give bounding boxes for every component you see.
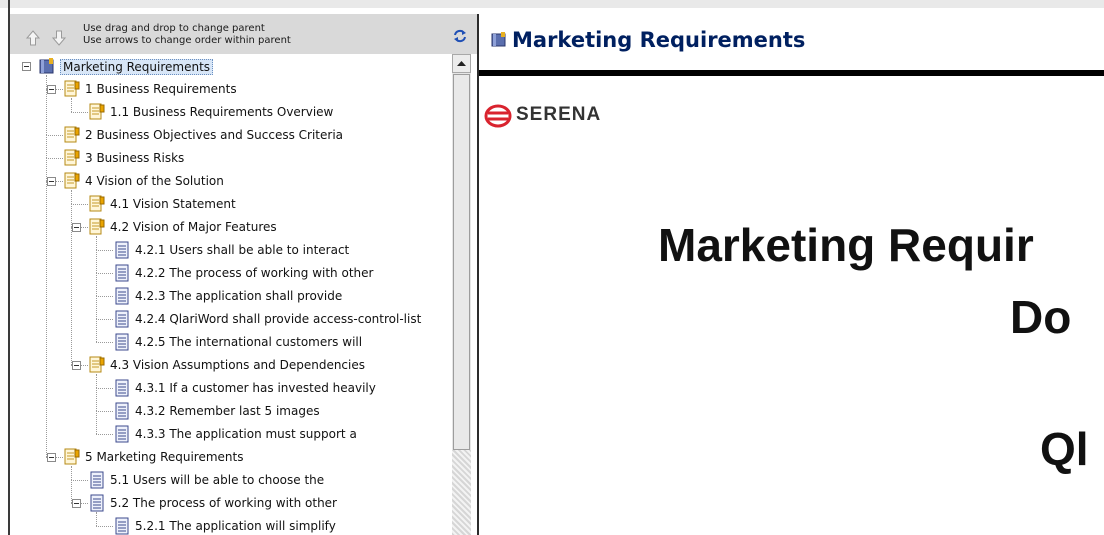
document-note-icon <box>63 448 81 469</box>
tree-node[interactable]: 4.2.3 The application shall provide <box>10 286 450 306</box>
book-icon <box>491 32 506 47</box>
document-note-icon <box>63 172 81 193</box>
tree-node-label: 5.1 Users will be able to choose the <box>110 473 325 487</box>
scroll-thumb[interactable] <box>453 74 470 450</box>
tree-node-label: 4.3.1 If a customer has invested heavily <box>135 381 376 395</box>
tree-node-label: 4.2 Vision of Major Features <box>110 220 277 234</box>
tree-node-label: 5 Marketing Requirements <box>85 450 244 464</box>
serena-logo-icon <box>484 104 512 128</box>
tree-connector <box>46 181 47 457</box>
title-rule <box>479 70 1104 76</box>
document-note-icon <box>88 195 106 216</box>
scroll-up-button[interactable] <box>452 54 471 73</box>
tree-node[interactable]: 1.1 Business Requirements Overview <box>10 102 450 122</box>
document-note-icon <box>63 126 81 147</box>
tree-node-label: 4.2.3 The application shall provide <box>135 289 343 303</box>
requirement-icon <box>113 379 131 400</box>
tree-node-label: 4.3.2 Remember last 5 images <box>135 404 320 418</box>
tree-node[interactable]: 1 Business Requirements <box>10 79 450 99</box>
requirement-icon <box>113 310 131 331</box>
drag-hint: Use drag and drop to change parent Use a… <box>83 23 291 47</box>
document-note-icon <box>63 149 81 170</box>
requirement-icon <box>113 264 131 285</box>
requirement-icon <box>113 402 131 423</box>
document-note-icon <box>63 80 81 101</box>
scroll-track[interactable] <box>452 450 471 535</box>
tree-node[interactable]: 5.2 The process of working with other <box>10 493 450 513</box>
collapse-toggle-icon[interactable] <box>47 85 56 94</box>
tree-node[interactable]: 4.3 Vision Assumptions and Dependencies <box>10 355 450 375</box>
requirement-icon <box>113 333 131 354</box>
tree-node-label: 4.3 Vision Assumptions and Dependencies <box>110 358 365 372</box>
scroll-up-icon <box>457 61 466 66</box>
tree-node-label: 4.2.5 The international customers will <box>135 335 363 349</box>
tree-node[interactable]: 5.2.1 The application will simplify <box>10 516 450 535</box>
document-heading-line2: Do <box>1010 291 1072 343</box>
tree-node[interactable]: 5 Marketing Requirements <box>10 447 450 467</box>
tree-node-label: 4.2.1 Users shall be able to interact <box>135 243 350 257</box>
requirement-icon <box>113 287 131 308</box>
tree-node-label: 1 Business Requirements <box>85 82 237 96</box>
requirement-icon <box>88 494 106 515</box>
tree-node-label: 5.2.1 The application will simplify <box>135 519 336 533</box>
document-note-icon <box>88 218 106 239</box>
requirement-icon <box>113 241 131 262</box>
tree-node[interactable]: 4 Vision of the Solution <box>10 171 450 191</box>
move-up-arrow-icon[interactable] <box>25 29 41 47</box>
collapse-toggle-icon[interactable] <box>72 361 81 370</box>
collapse-toggle-icon[interactable] <box>22 62 31 71</box>
tree-node-label: 4.2.4 QlariWord shall provide access-con… <box>135 312 422 326</box>
tree-node[interactable]: 2 Business Objectives and Success Criter… <box>10 125 450 145</box>
tree-node[interactable]: 4.2.1 Users shall be able to interact <box>10 240 450 260</box>
tree-node[interactable]: 4.2.4 QlariWord shall provide access-con… <box>10 309 450 329</box>
book-icon <box>38 57 56 78</box>
tree-node[interactable]: 4.3.1 If a customer has invested heavily <box>10 378 450 398</box>
collapse-toggle-icon[interactable] <box>72 223 81 232</box>
tree-node-label: 4 Vision of the Solution <box>85 174 224 188</box>
tree-node[interactable]: 3 Business Risks <box>10 148 450 168</box>
tree-node[interactable]: 4.2 Vision of Major Features <box>10 217 450 237</box>
tree-node[interactable]: 4.2.5 The international customers will <box>10 332 450 352</box>
document-title-text: Marketing Requirements <box>512 28 806 52</box>
collapse-toggle-icon[interactable] <box>47 453 56 462</box>
outline-tree: Marketing Requirements 1 Business Require… <box>10 54 450 535</box>
collapse-toggle-icon[interactable] <box>72 499 81 508</box>
drag-hint-line2: Use arrows to change order within parent <box>83 35 291 46</box>
tree-node[interactable]: 4.3.2 Remember last 5 images <box>10 401 450 421</box>
document-heading-line3: Ql <box>1040 423 1089 475</box>
move-down-arrow-icon[interactable] <box>51 29 67 47</box>
tree-node-label: 5.2 The process of working with other <box>110 496 337 510</box>
tree-node[interactable]: 4.2.2 The process of working with other <box>10 263 450 283</box>
tree-node-label: Marketing Requirements <box>60 59 214 75</box>
document-heading-line1: Marketing Requir <box>658 219 1034 271</box>
tree-node[interactable]: 5.1 Users will be able to choose the <box>10 470 450 490</box>
top-strip <box>0 0 1104 8</box>
refresh-icon[interactable] <box>452 28 468 44</box>
collapse-toggle-icon[interactable] <box>47 177 56 186</box>
document-note-icon <box>88 356 106 377</box>
tree-node-label: 4.2.2 The process of working with other <box>135 266 374 280</box>
tree-node[interactable]: Marketing Requirements <box>10 56 450 76</box>
drag-hint-line1: Use drag and drop to change parent <box>83 23 265 34</box>
tree-node-label: 1.1 Business Requirements Overview <box>110 105 334 119</box>
outline-toolbar: Use drag and drop to change parent Use a… <box>10 14 477 54</box>
pane-divider[interactable] <box>477 14 479 535</box>
requirement-icon <box>88 471 106 492</box>
tree-node[interactable]: 4.1 Vision Statement <box>10 194 450 214</box>
document-title: Marketing Requirements <box>490 28 805 52</box>
tree-node[interactable]: 4.3.3 The application must support a <box>10 424 450 444</box>
serena-logo: SERENA <box>484 104 600 132</box>
serena-logo-text: SERENA <box>516 104 602 125</box>
outline-scrollbar[interactable] <box>452 54 471 535</box>
tree-node-label: 3 Business Risks <box>85 151 185 165</box>
tree-node-label: 4.3.3 The application must support a <box>135 427 357 441</box>
tree-node-label: 4.1 Vision Statement <box>110 197 236 211</box>
requirement-icon <box>113 517 131 535</box>
document-note-icon <box>88 103 106 124</box>
tree-node-label: 2 Business Objectives and Success Criter… <box>85 128 344 142</box>
requirement-icon <box>113 425 131 446</box>
tree-connector <box>71 227 72 365</box>
